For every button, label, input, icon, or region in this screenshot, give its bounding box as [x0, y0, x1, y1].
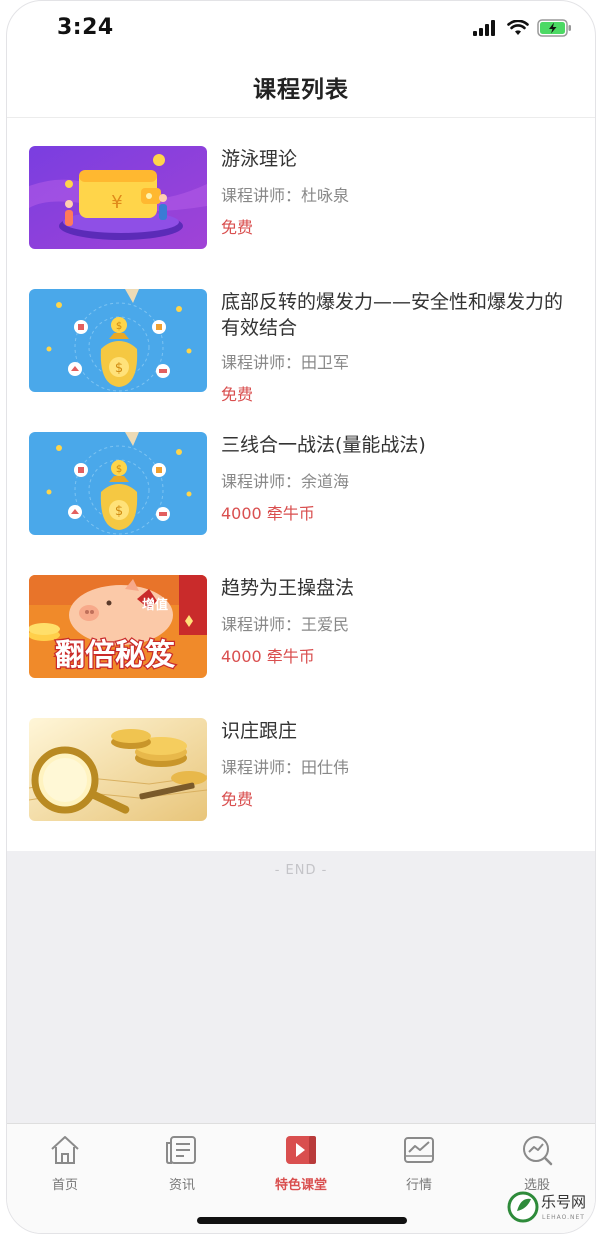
- course-title: 趋势为王操盘法: [221, 577, 355, 599]
- piggy-bank-illustration-icon: 增值 翻倍秘笈: [29, 575, 207, 678]
- course-thumbnail[interactable]: ¥: [29, 146, 207, 249]
- course-thumbnail[interactable]: 增值 翻倍秘笈: [29, 575, 207, 678]
- course-item-three-lines-strategy[interactable]: $ $ 三线合一战法(量能战法) 课程讲师：余道海 4000 牵牛币: [7, 404, 595, 535]
- gold-coins-illustration-icon: [29, 718, 207, 821]
- course-teacher: 课程讲师：田仕伟: [221, 758, 350, 777]
- course-price: 4000 牵牛币: [221, 647, 315, 666]
- course-price: 免费: [221, 218, 254, 237]
- course-title: 识庄跟庄: [221, 720, 298, 742]
- course-item-trend-trading[interactable]: 增值 翻倍秘笈 趋势为王操盘法 课程讲师：王爱民 4000 牵牛币: [7, 547, 595, 678]
- thumb-main-text: 翻倍秘笈: [55, 638, 176, 673]
- course-teacher: 课程讲师：余道海: [221, 472, 350, 491]
- svg-text:$: $: [116, 464, 122, 475]
- watermark-logo: 乐号网 LEHAO.NET: [507, 1191, 586, 1223]
- home-indicator[interactable]: [197, 1217, 407, 1224]
- wifi-icon: [507, 19, 529, 40]
- tab-label: 资讯: [168, 1178, 195, 1193]
- phone-frame: 3:24 课程列表 ¥ 游泳理论 课程讲师：杜咏泉 免费 $ $ 底部反转的爆发…: [6, 0, 596, 1234]
- course-thumbnail[interactable]: $ $: [29, 432, 207, 535]
- course-title: 底部反转的爆发力——安全性和爆发力的有效结合: [221, 291, 564, 339]
- course-price: 免费: [221, 790, 254, 809]
- end-label: - END -: [274, 863, 328, 878]
- course-price: 免费: [221, 385, 254, 404]
- tab-label: 行情: [405, 1178, 432, 1193]
- stock-pick-icon: [523, 1136, 553, 1166]
- course-item-swimming-theory[interactable]: ¥ 游泳理论 课程讲师：杜咏泉 免费: [7, 118, 595, 249]
- course-title: 三线合一战法(量能战法): [221, 434, 426, 456]
- course-teacher: 课程讲师：王爱民: [221, 615, 350, 634]
- tab-featured-class[interactable]: 特色课堂: [251, 1132, 351, 1202]
- course-teacher: 课程讲师：杜咏泉: [221, 186, 350, 205]
- money-bag-illustration-icon: $ $: [29, 289, 207, 392]
- watermark-subtext: LEHAO.NET: [542, 1214, 585, 1221]
- tab-market[interactable]: 行情: [369, 1132, 469, 1202]
- watermark-text: 乐号网: [541, 1193, 586, 1211]
- thumb-tag-text: 增值: [142, 597, 168, 613]
- course-teacher: 课程讲师：田卫军: [221, 353, 350, 372]
- tab-home[interactable]: 首页: [15, 1132, 115, 1202]
- battery-charging-icon: [537, 19, 573, 41]
- course-title: 游泳理论: [221, 148, 298, 170]
- course-item-follow-the-dealer[interactable]: 识庄跟庄 课程讲师：田仕伟 免费: [7, 690, 595, 821]
- tab-news[interactable]: 资讯: [132, 1132, 232, 1202]
- market-chart-icon: [404, 1137, 434, 1163]
- status-bar: 3:24: [7, 1, 595, 57]
- course-item-bottom-reversal[interactable]: $ $ 底部反转的爆发力——安全性和爆发力的有效结合 课程讲师：田卫军 免费: [7, 261, 595, 404]
- signal-icon: [473, 20, 499, 40]
- wallet-illustration-icon: ¥: [29, 146, 207, 249]
- status-icons: [473, 19, 573, 41]
- money-bag-illustration-icon: $ $: [29, 432, 207, 535]
- list-end-area: - END -: [7, 851, 595, 1123]
- svg-text:¥: ¥: [111, 192, 122, 213]
- course-price: 4000 牵牛币: [221, 504, 315, 523]
- tab-label: 特色课堂: [274, 1178, 327, 1193]
- home-icon: [51, 1136, 79, 1164]
- svg-text:$: $: [115, 504, 123, 519]
- svg-text:$: $: [115, 361, 123, 376]
- news-icon: [166, 1136, 196, 1164]
- status-time: 3:24: [57, 15, 114, 40]
- course-thumbnail[interactable]: [29, 718, 207, 821]
- video-class-icon: [286, 1136, 316, 1164]
- course-thumbnail[interactable]: $ $: [29, 289, 207, 392]
- nav-bar: 课程列表: [7, 57, 595, 118]
- page-title: 课程列表: [253, 77, 349, 103]
- tab-label: 首页: [51, 1178, 78, 1193]
- svg-text:$: $: [116, 321, 122, 332]
